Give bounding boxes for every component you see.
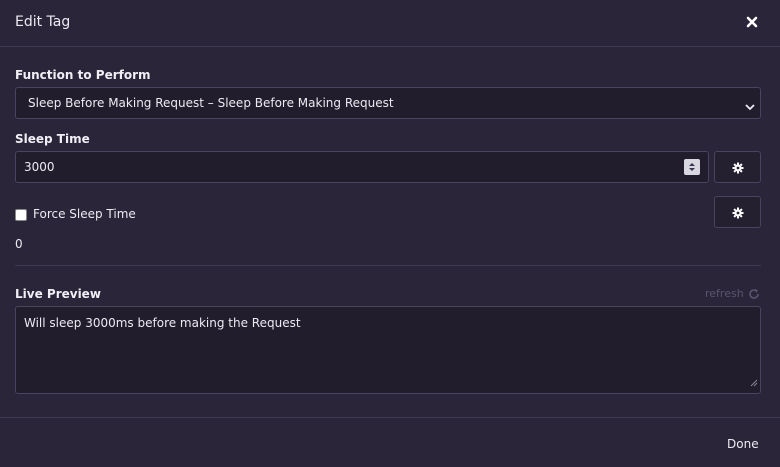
dialog-title: Edit Tag <box>15 14 71 30</box>
live-preview-textarea[interactable]: Will sleep 3000ms before making the Requ… <box>15 306 761 394</box>
resize-handle-icon[interactable] <box>748 372 758 391</box>
chevron-down-icon <box>744 98 756 111</box>
force-sleep-settings-button[interactable] <box>714 196 761 228</box>
gear-icon <box>732 207 744 219</box>
gear-icon <box>732 162 744 174</box>
force-sleep-checkbox[interactable] <box>15 209 27 221</box>
sleep-time-label: Sleep Time <box>15 132 90 146</box>
sleep-time-settings-button[interactable] <box>714 151 761 183</box>
section-divider <box>15 265 761 266</box>
function-select[interactable]: Sleep Before Making Request – Sleep Befo… <box>15 87 761 119</box>
refresh-icon <box>748 288 759 299</box>
refresh-link[interactable]: refresh <box>705 287 760 300</box>
done-button[interactable]: Done <box>727 437 759 451</box>
live-preview-text: Will sleep 3000ms before making the Requ… <box>24 316 301 330</box>
dialog-header: Edit Tag <box>0 0 780 47</box>
function-label: Function to Perform <box>15 68 151 82</box>
force-sleep-label: Force Sleep Time <box>33 207 136 221</box>
live-preview-label: Live Preview <box>15 287 101 301</box>
sleep-time-input[interactable]: 3000 <box>15 151 709 183</box>
sleep-time-value: 3000 <box>24 160 55 174</box>
number-spinner-icon[interactable] <box>684 159 700 175</box>
close-icon[interactable] <box>745 14 761 30</box>
function-select-value: Sleep Before Making Request – Sleep Befo… <box>28 96 394 110</box>
force-sleep-value: 0 <box>15 237 23 251</box>
dialog-footer: Done <box>0 417 780 467</box>
refresh-label: refresh <box>705 287 744 300</box>
